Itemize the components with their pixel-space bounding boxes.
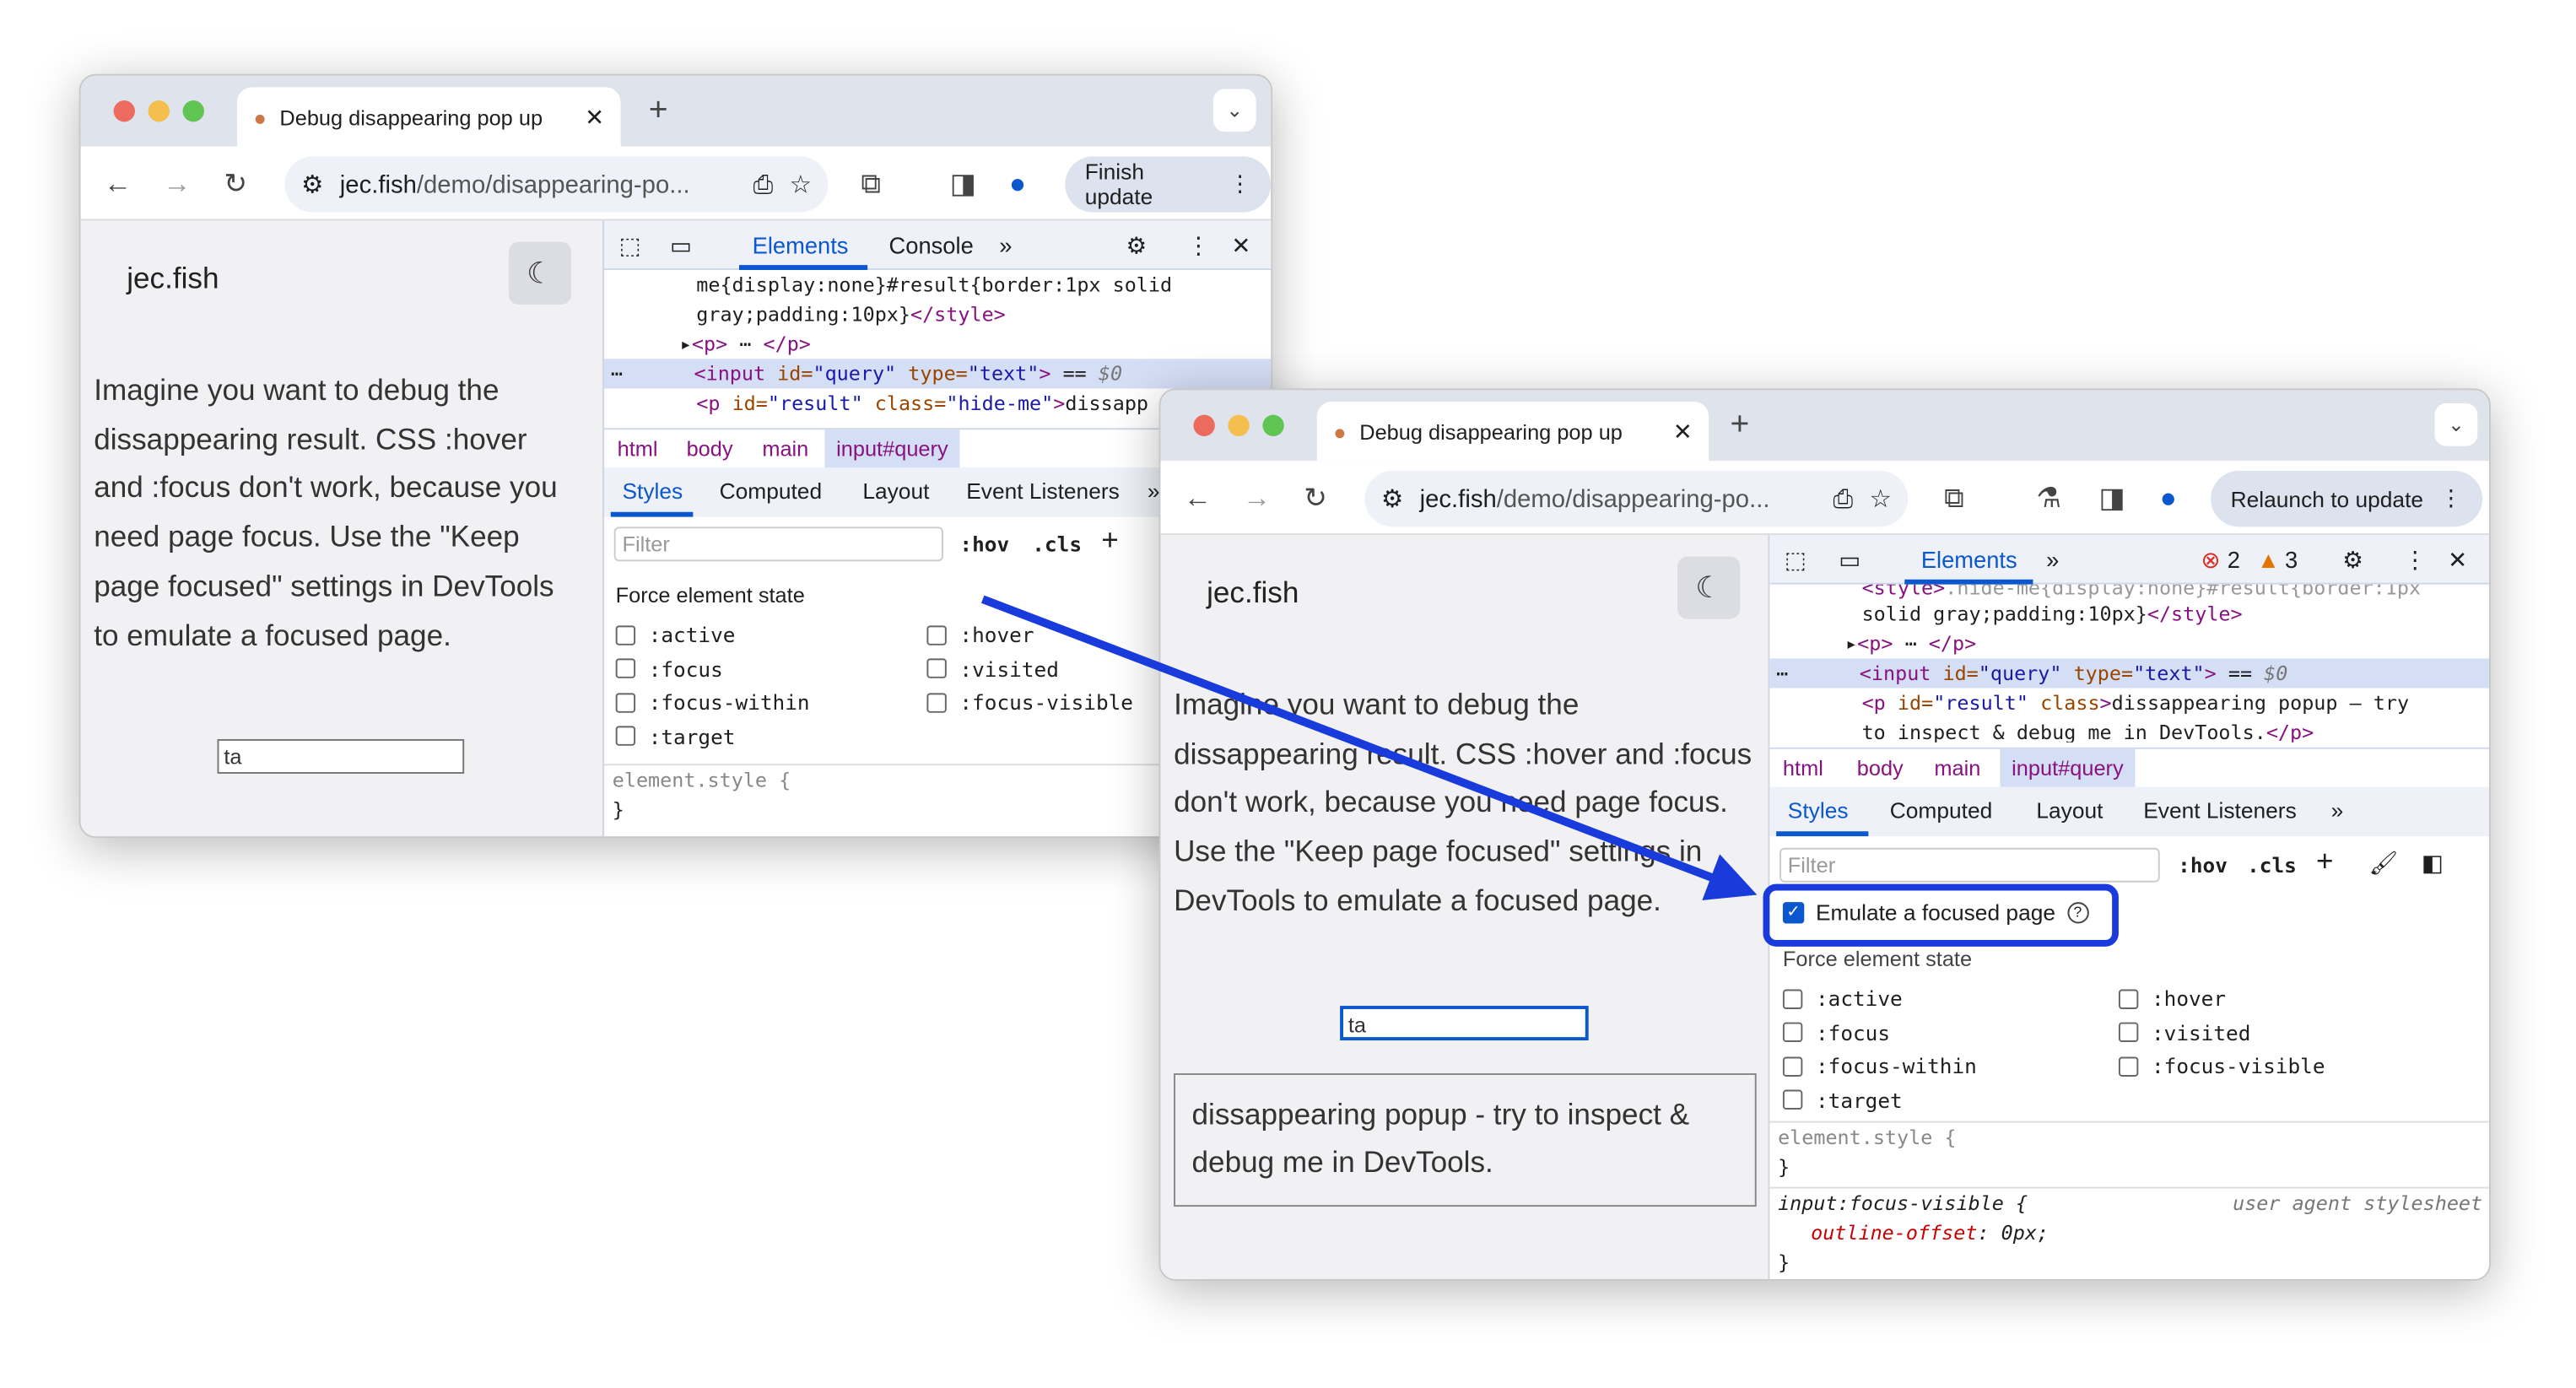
- arrow-line: [981, 595, 1758, 900]
- annotation-arrow: [981, 595, 1758, 900]
